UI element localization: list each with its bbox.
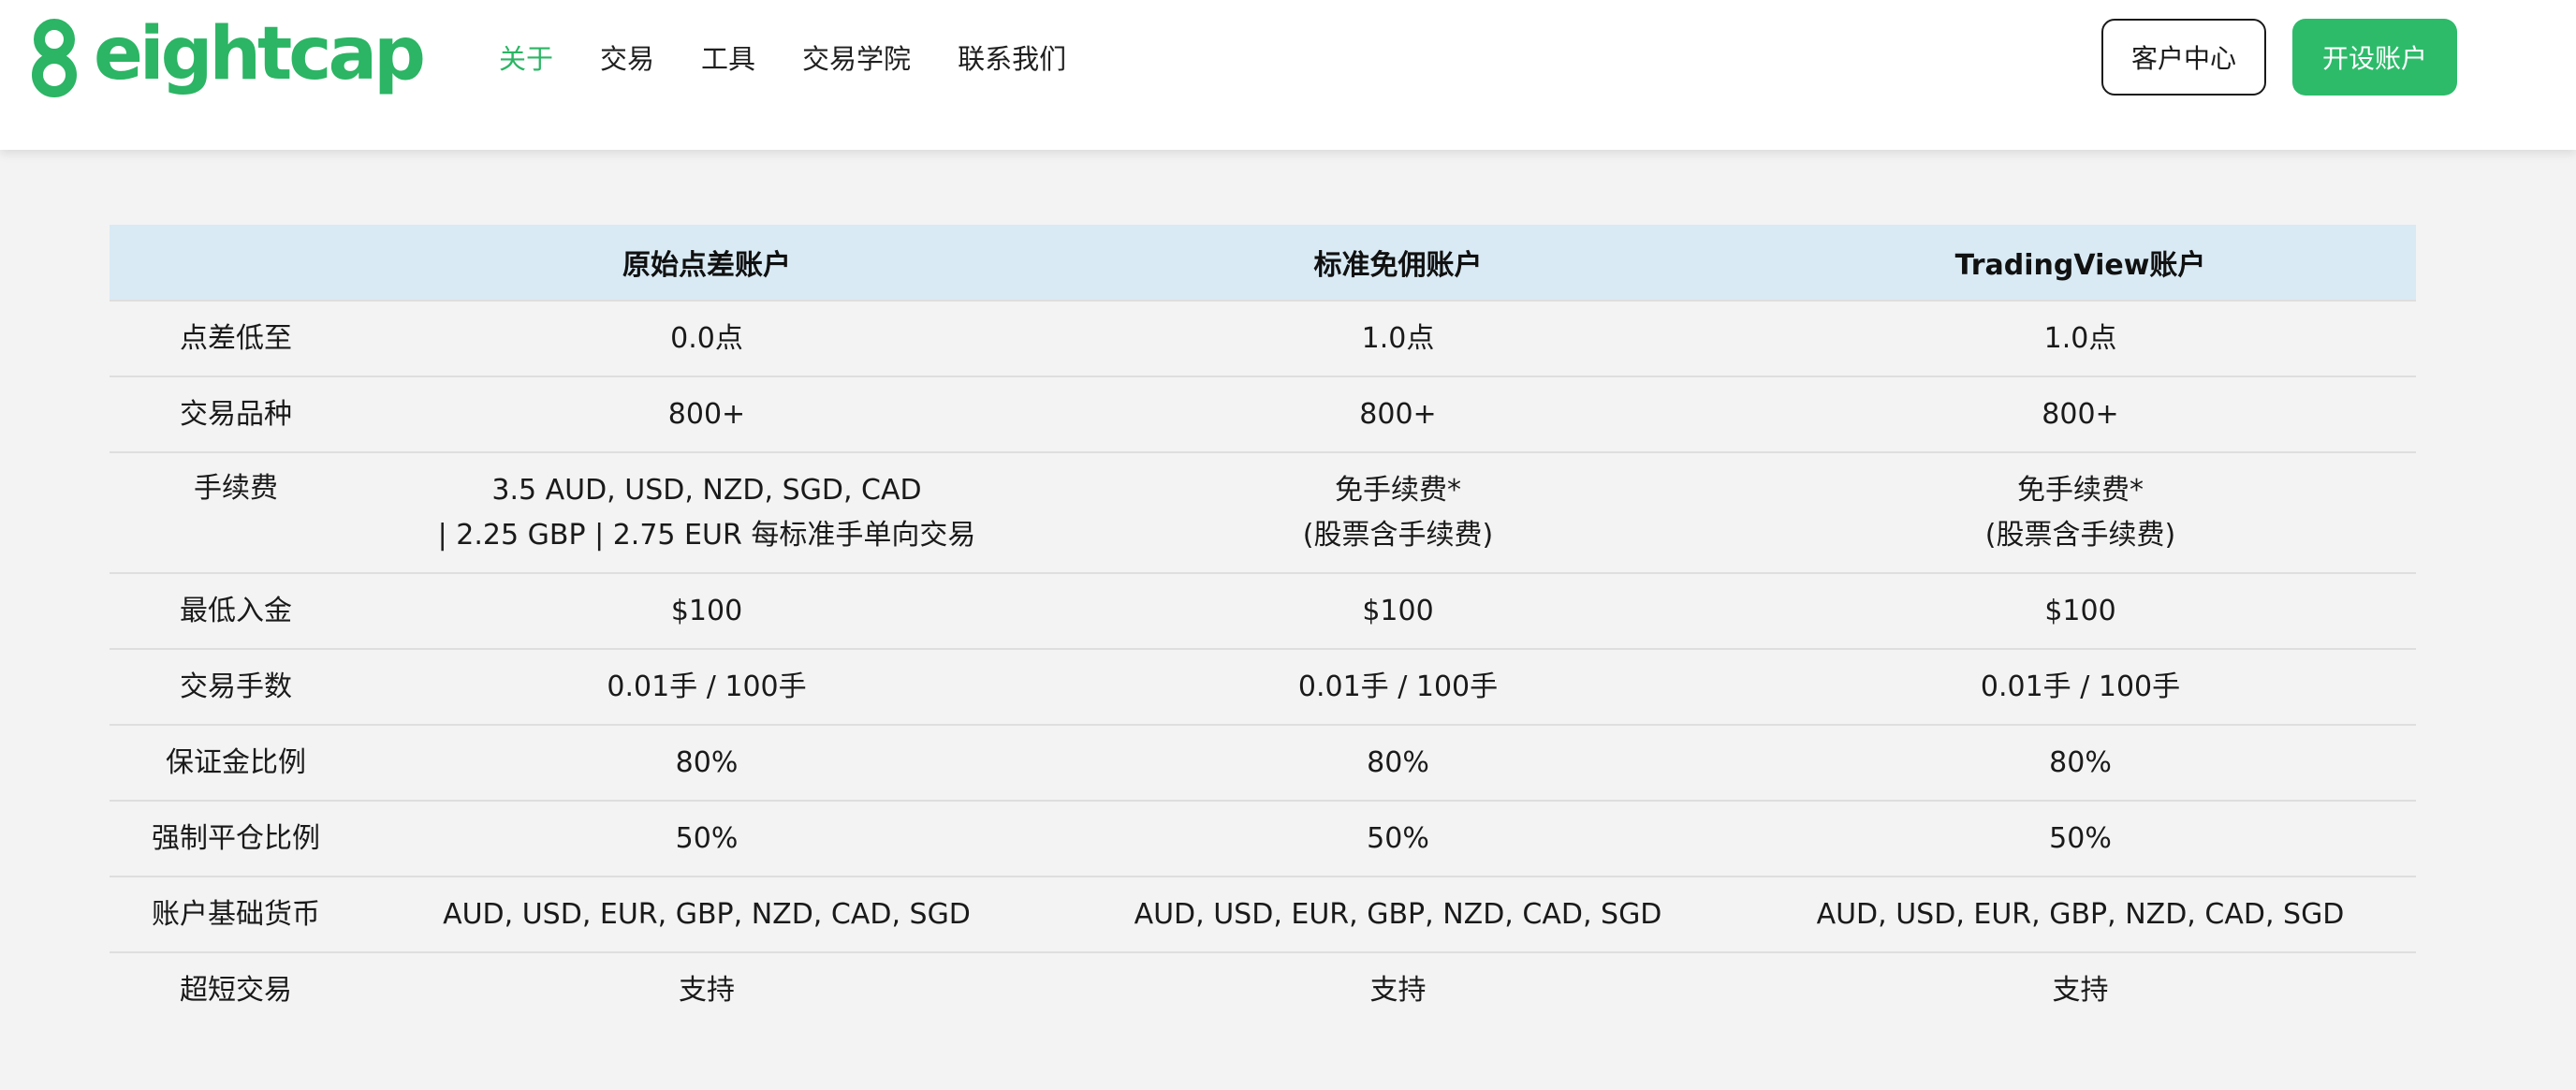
cell-line: 0.01手 / 100手 <box>607 670 807 703</box>
cell-line: (股票含手续费) <box>1984 518 2176 552</box>
table-cell: 80% <box>1745 725 2416 801</box>
row-label: 超短交易 <box>180 974 292 1007</box>
cell-line: (股票含手续费) <box>1302 518 1494 552</box>
table-header-row: 原始点差账户 标准免佣账户 TradingView账户 <box>110 225 2416 301</box>
table-cell: AUD, USD, EUR, GBP, NZD, CAD, SGD <box>1745 876 2416 952</box>
table-row: 账户基础货币 AUD, USD, EUR, GBP, NZD, CAD, SGD A… <box>110 876 2416 952</box>
cell-line: 80% <box>1367 745 1429 779</box>
table-row: 强制平仓比例 50% 50% 50% <box>110 801 2416 876</box>
cell-line: 80% <box>2049 745 2112 779</box>
cell-line: $100 <box>670 594 743 627</box>
table-cell: 800+ <box>1745 376 2416 452</box>
header-tradingview-account: TradingView账户 <box>1954 249 2206 282</box>
table-cell: 0.01手 / 100手 <box>1745 649 2416 725</box>
cell-line: | 2.25 GBP | 2.75 EUR 每标准手单向交易 <box>437 518 976 552</box>
account-comparison-table: 原始点差账户 标准免佣账户 TradingView账户 点差低至 0.0点 1.0点… <box>110 225 2416 1028</box>
cell-line: 支持 <box>679 974 735 1007</box>
table-cell: 0.01手 / 100手 <box>362 649 1051 725</box>
table-cell: $100 <box>1051 573 1745 649</box>
table-cell: 1.0点 <box>1051 301 1745 376</box>
table-body: 点差低至 0.0点 1.0点 1.0点交易品种 800+ 800+ 800+ 手续费 3.5 A… <box>110 301 2416 1028</box>
table-row: 交易手数 0.01手 / 100手 0.01手 / 100手 0.01手 / 100手 <box>110 649 2416 725</box>
row-label: 手续费 <box>194 472 278 505</box>
table-cell: 800+ <box>362 376 1051 452</box>
row-label: 交易手数 <box>180 670 292 703</box>
site-header: eightcap 关于 交易 工具 交易学院 联系我们 客户中心 开设账户 <box>0 0 2576 150</box>
cell-line: 50% <box>1367 821 1429 855</box>
cell-line: 1.0点 <box>1361 321 1435 355</box>
cell-line: 50% <box>2049 821 2112 855</box>
client-center-button[interactable]: 客户中心 <box>2101 19 2266 96</box>
table-cell: 80% <box>1051 725 1745 801</box>
logo-wordmark: eightcap <box>94 12 426 96</box>
table-row: 手续费 3.5 AUD, USD, NZD, SGD, CAD | 2.25 GBP… <box>110 452 2416 573</box>
cell-line: 50% <box>675 821 739 855</box>
table-row: 超短交易 支持 支持 支持 <box>110 952 2416 1028</box>
cell-line: 80% <box>675 745 739 779</box>
cell-line: AUD, USD, EUR, GBP, NZD, CAD, SGD <box>443 897 971 931</box>
eight-logo-icon <box>32 19 77 97</box>
nav-item-about[interactable]: 关于 <box>499 37 553 77</box>
open-account-button[interactable]: 开设账户 <box>2292 19 2457 96</box>
table-cell: 免手续费* (股票含手续费) <box>1051 452 1745 573</box>
table-cell: 0.0点 <box>362 301 1051 376</box>
nav-item-contact[interactable]: 联系我们 <box>958 37 1066 77</box>
cell-line: 支持 <box>1369 974 1427 1007</box>
main-nav: 关于 交易 工具 交易学院 联系我们 <box>499 36 1113 79</box>
cell-line: $100 <box>2044 594 2116 627</box>
table-cell: 免手续费* (股票含手续费) <box>1745 452 2416 573</box>
table-cell: 支持 <box>1051 952 1745 1028</box>
eightcap-logo[interactable]: eightcap <box>26 15 426 97</box>
table-cell: 3.5 AUD, USD, NZD, SGD, CAD | 2.25 GBP | … <box>362 452 1051 573</box>
table-cell: AUD, USD, EUR, GBP, NZD, CAD, SGD <box>1051 876 1745 952</box>
cell-line: 免手续费* <box>1335 473 1461 507</box>
row-label: 保证金比例 <box>166 745 306 779</box>
cell-line: 800+ <box>2042 397 2119 431</box>
table-row: 最低入金 $100 $100 $100 <box>110 573 2416 649</box>
cell-line: $100 <box>1362 594 1434 627</box>
row-label: 点差低至 <box>180 321 292 355</box>
table-cell: AUD, USD, EUR, GBP, NZD, CAD, SGD <box>362 876 1051 952</box>
table-cell: $100 <box>362 573 1051 649</box>
nav-item-tools[interactable]: 工具 <box>701 37 755 77</box>
cell-line: 0.0点 <box>670 321 743 355</box>
row-label: 最低入金 <box>180 594 292 627</box>
cell-line: 1.0点 <box>2043 321 2117 355</box>
table-cell: 80% <box>362 725 1051 801</box>
table-cell: $100 <box>1745 573 2416 649</box>
table-cell: 支持 <box>362 952 1051 1028</box>
row-label: 账户基础货币 <box>152 897 320 931</box>
cell-line: 免手续费* <box>2017 473 2144 507</box>
header-raw-account: 原始点差账户 <box>622 249 791 282</box>
nav-item-trading[interactable]: 交易 <box>600 37 654 77</box>
table-cell: 支持 <box>1745 952 2416 1028</box>
header-cell-empty <box>110 225 362 301</box>
header-standard-account: 标准免佣账户 <box>1313 249 1483 282</box>
row-label: 强制平仓比例 <box>152 821 320 855</box>
table-cell: 0.01手 / 100手 <box>1051 649 1745 725</box>
table-cell: 50% <box>1745 801 2416 876</box>
table-row: 保证金比例 80% 80% 80% <box>110 725 2416 801</box>
cell-line: 800+ <box>1359 397 1437 431</box>
cell-line: 3.5 AUD, USD, NZD, SGD, CAD <box>491 473 922 507</box>
cell-line: 0.01手 / 100手 <box>1980 670 2181 703</box>
cell-line: AUD, USD, EUR, GBP, NZD, CAD, SGD <box>1134 897 1662 931</box>
table-row: 交易品种 800+ 800+ 800+ <box>110 376 2416 452</box>
table-cell: 50% <box>362 801 1051 876</box>
table-cell: 800+ <box>1051 376 1745 452</box>
cell-line: 800+ <box>667 397 746 431</box>
table-row: 点差低至 0.0点 1.0点 1.0点 <box>110 301 2416 376</box>
cell-line: 0.01手 / 100手 <box>1297 670 1499 703</box>
cell-line: AUD, USD, EUR, GBP, NZD, CAD, SGD <box>1816 897 2345 931</box>
cell-line: 支持 <box>2052 974 2109 1007</box>
row-label: 交易品种 <box>180 397 292 431</box>
table-cell: 50% <box>1051 801 1745 876</box>
table-cell: 1.0点 <box>1745 301 2416 376</box>
nav-item-academy[interactable]: 交易学院 <box>802 37 911 77</box>
